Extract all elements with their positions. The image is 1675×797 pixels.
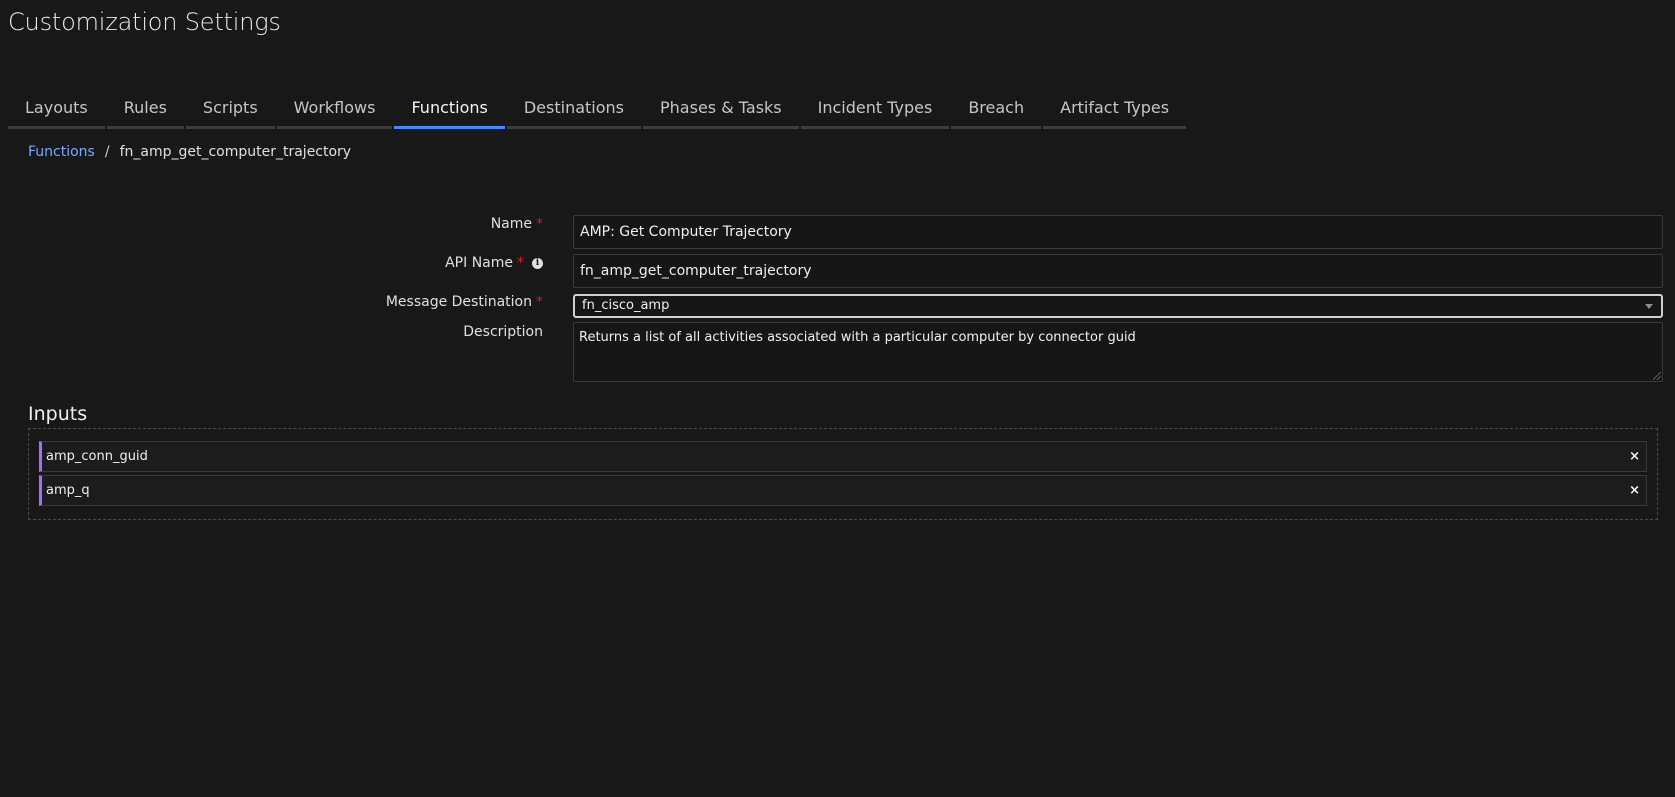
tab-destinations[interactable]: Destinations (506, 92, 642, 129)
input-item-name: amp_conn_guid (46, 449, 148, 464)
breadcrumb-functions-link[interactable]: Functions (28, 144, 95, 160)
tab-breach[interactable]: Breach (951, 92, 1042, 129)
info-icon[interactable]: i (532, 257, 543, 269)
message-destination-value: fn_cisco_amp (582, 298, 670, 313)
required-marker: * (536, 216, 543, 232)
description-label-text: Description (463, 324, 543, 340)
breadcrumb-current: fn_amp_get_computer_trajectory (119, 144, 352, 160)
tab-functions[interactable]: Functions (394, 92, 505, 129)
name-label: Name * (491, 216, 543, 232)
remove-input-button[interactable]: × (1629, 442, 1640, 471)
tab-phases-tasks[interactable]: Phases & Tasks (643, 92, 799, 129)
message-destination-select[interactable]: fn_cisco_amp (573, 294, 1663, 318)
customization-settings-page: Customization Settings Layouts Rules Scr… (0, 0, 1675, 797)
page-title: Customization Settings (8, 8, 281, 36)
breadcrumb-separator: / (104, 144, 110, 160)
api-name-field[interactable]: fn_amp_get_computer_trajectory (573, 254, 1663, 288)
description-textarea[interactable]: Returns a list of all activities associa… (573, 322, 1663, 382)
inputs-dropzone[interactable]: amp_conn_guid × amp_q × (28, 428, 1658, 520)
input-item-name: amp_q (46, 483, 90, 498)
inputs-section-title: Inputs (28, 403, 88, 425)
required-marker: * (517, 255, 524, 271)
remove-input-button[interactable]: × (1629, 476, 1640, 505)
required-marker: * (536, 294, 543, 310)
resize-handle-icon[interactable] (1653, 372, 1661, 380)
description-label: Description (463, 324, 543, 340)
name-field[interactable]: AMP: Get Computer Trajectory (573, 215, 1663, 249)
message-destination-label-text: Message Destination (385, 294, 532, 310)
tab-artifact-types[interactable]: Artifact Types (1043, 92, 1187, 129)
message-destination-label: Message Destination * (386, 294, 543, 310)
api-name-label: API Name * i (445, 255, 543, 271)
name-label-text: Name (490, 216, 532, 232)
input-item[interactable]: amp_q × (39, 475, 1647, 506)
tab-scripts[interactable]: Scripts (185, 92, 275, 129)
tab-rules[interactable]: Rules (106, 92, 184, 129)
settings-tabs: Layouts Rules Scripts Workflows Function… (8, 92, 1188, 129)
tab-incident-types[interactable]: Incident Types (800, 92, 950, 129)
input-item[interactable]: amp_conn_guid × (39, 441, 1647, 472)
description-value: Returns a list of all activities associa… (579, 330, 1136, 345)
breadcrumb: Functions / fn_amp_get_computer_trajecto… (28, 144, 351, 160)
tab-workflows[interactable]: Workflows (276, 92, 393, 129)
api-name-label-text: API Name (445, 255, 513, 271)
tab-layouts[interactable]: Layouts (8, 92, 105, 129)
chevron-down-icon (1645, 304, 1653, 309)
